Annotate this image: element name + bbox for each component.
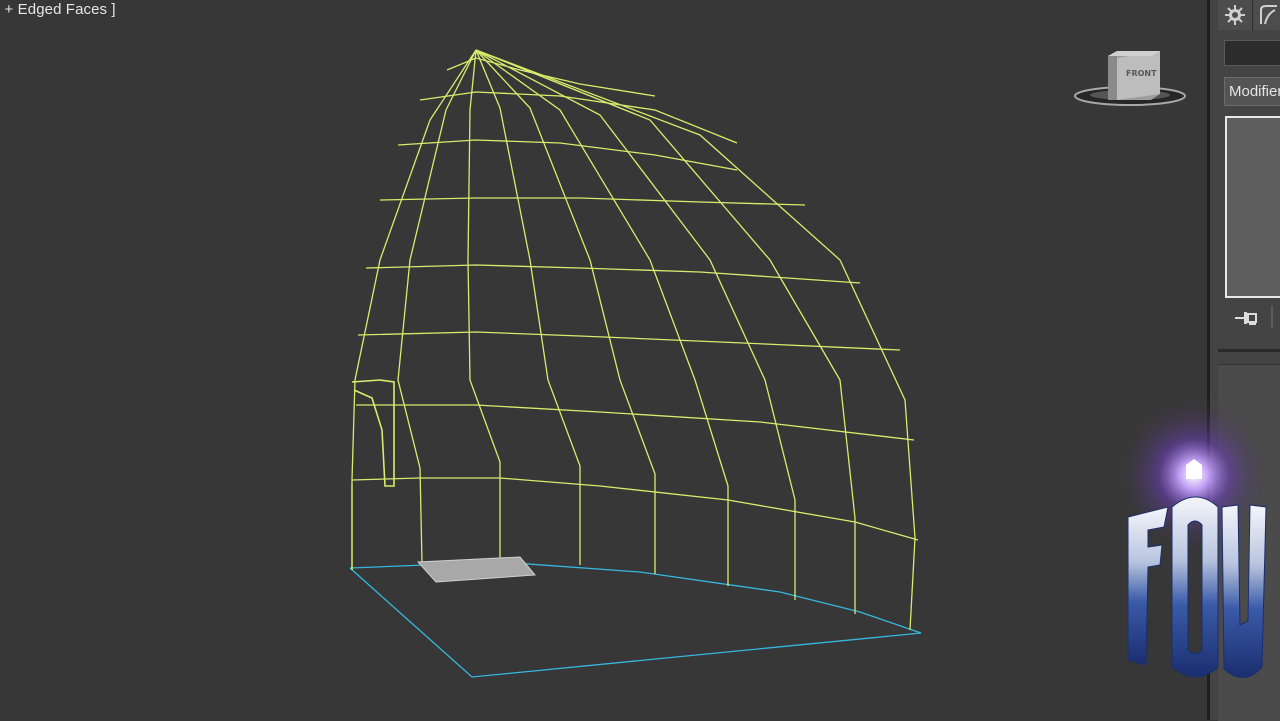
object-name-field[interactable] [1224, 40, 1280, 66]
dome-ring [419, 91, 738, 144]
dome-edge [475, 49, 729, 586]
dome-edge [397, 49, 477, 564]
create-icon[interactable] [1218, 0, 1253, 30]
dome-edge [475, 49, 656, 574]
panel-separator [1218, 349, 1280, 352]
dome-edge [475, 49, 856, 614]
modifier-stack[interactable] [1225, 116, 1280, 298]
dome-ring [356, 404, 915, 441]
toolbar-separator [1271, 306, 1273, 328]
dome-ring [357, 331, 901, 351]
dome-ring [379, 197, 806, 206]
pin-stack-icon[interactable] [1234, 309, 1258, 327]
dome-edge [475, 49, 581, 565]
viewport-label[interactable]: [ + Edged Faces ] [0, 1, 116, 18]
wireframe-scene[interactable] [0, 0, 1207, 720]
dome-ring [446, 57, 656, 97]
floor-grate [416, 556, 537, 583]
fow-logo-icon [1114, 395, 1274, 678]
viewcube-face-label[interactable]: FRONT [1126, 69, 1157, 78]
modify-icon[interactable] [1253, 0, 1280, 30]
perspective-viewport[interactable]: [ + Edged Faces ] FRONT [0, 0, 1207, 720]
dome-edge [475, 49, 796, 600]
dome-edge [467, 49, 501, 562]
dome-ring [397, 139, 738, 171]
dome-ring [351, 477, 919, 541]
viewcube-icon[interactable] [1072, 48, 1188, 112]
dome-ring [365, 264, 861, 284]
modifier-list-dropdown[interactable]: Modifier List [1224, 77, 1280, 106]
door-frame-edge [351, 379, 395, 487]
grid-edge [349, 567, 922, 678]
dome-edge [351, 49, 477, 570]
